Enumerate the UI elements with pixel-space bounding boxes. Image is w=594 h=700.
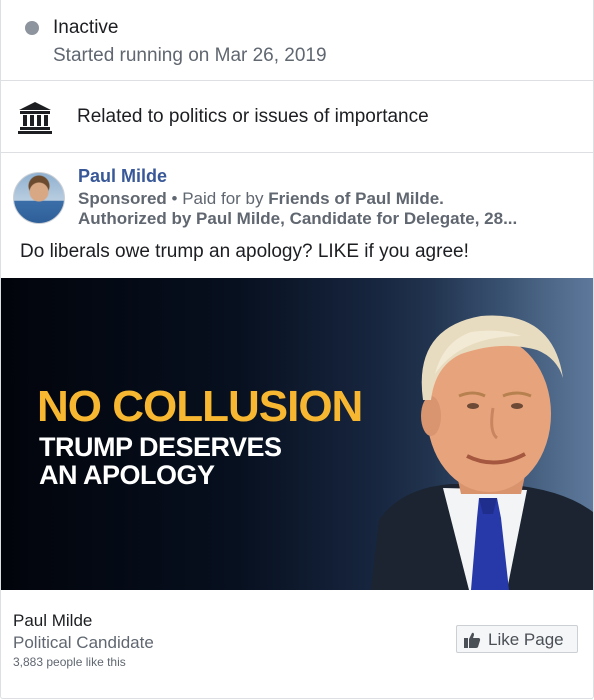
page-like-count: 3,883 people like this <box>13 655 126 669</box>
like-page-button[interactable]: Like Page <box>456 625 578 653</box>
status-dot-icon <box>25 21 39 35</box>
ad-card: Inactive Started running on Mar 26, 2019… <box>0 0 594 699</box>
creative-subline: AN APOLOGY <box>39 460 215 490</box>
creative-subline: TRUMP DESERVES <box>39 432 282 462</box>
sponsored-label: Sponsored <box>78 189 167 208</box>
footer-page-category: Political Candidate <box>13 633 154 652</box>
footer-page-name[interactable]: Paul Milde <box>13 611 92 631</box>
divider <box>1 152 593 153</box>
payer-name: Friends of Paul Milde. <box>268 189 444 208</box>
candidate-photo <box>371 315 593 590</box>
ad-category-row: Related to politics or issues of importa… <box>1 82 593 152</box>
ad-creative-image[interactable]: NO COLLUSION TRUMP DESERVES AN APOLOGY <box>1 278 593 590</box>
paid-for-prefix: Paid for by <box>182 189 264 208</box>
separator: • <box>171 189 178 208</box>
disclaimer: Authorized by Paul Milde, Candidate for … <box>78 209 518 228</box>
page-name-link[interactable]: Paul Milde <box>78 166 167 187</box>
category-text: Related to politics or issues of importa… <box>77 106 429 127</box>
thumbs-up-icon <box>464 632 481 648</box>
like-page-label: Like Page <box>488 630 564 649</box>
run-date: Started running on Mar 26, 2019 <box>53 45 327 66</box>
divider <box>1 80 593 81</box>
ad-body-text: Do liberals owe trump an apology? LIKE i… <box>20 241 469 262</box>
government-building-icon <box>18 102 52 134</box>
status-label: Inactive <box>53 17 119 38</box>
sponsor-info: Sponsored • Paid for by Friends of Paul … <box>78 189 588 229</box>
avatar[interactable] <box>13 172 65 224</box>
creative-headline: NO COLLUSION <box>37 382 363 431</box>
